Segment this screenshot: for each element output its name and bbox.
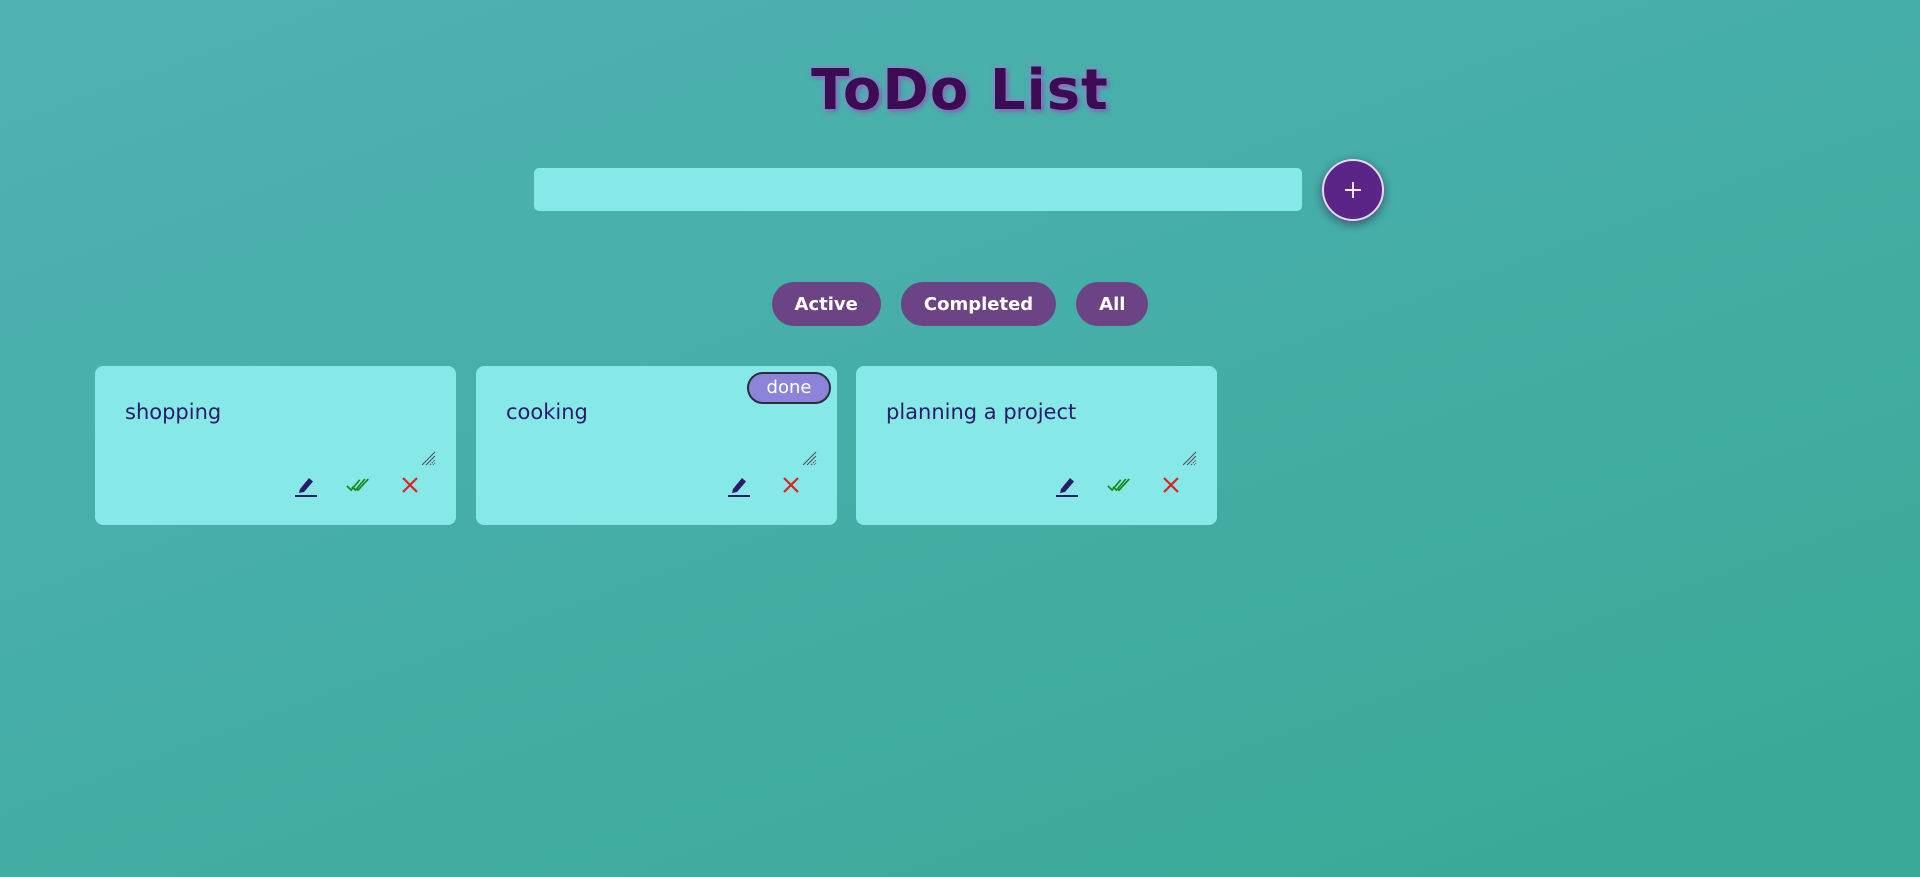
double-check-icon — [1107, 478, 1130, 492]
task-card: cooking done — [476, 366, 837, 525]
page-title: ToDo List — [811, 58, 1109, 123]
pencil-icon — [1056, 478, 1078, 497]
edit-button[interactable] — [1055, 472, 1079, 498]
task-actions — [294, 472, 422, 498]
resize-handle-icon[interactable] — [420, 450, 436, 466]
task-text: cooking — [506, 400, 588, 424]
edit-button[interactable] — [727, 472, 751, 498]
done-badge: done — [747, 372, 831, 404]
task-input[interactable] — [534, 168, 1302, 211]
filter-bar: Active Completed All — [0, 282, 1920, 326]
plus-icon — [1345, 182, 1361, 198]
close-icon — [1163, 477, 1179, 493]
delete-button[interactable] — [1159, 472, 1183, 498]
task-card: planning a project — [856, 366, 1217, 525]
task-actions — [727, 472, 803, 498]
filter-active-button[interactable]: Active — [771, 282, 881, 326]
task-text: planning a project — [886, 400, 1077, 424]
filter-all-button[interactable]: All — [1076, 282, 1149, 326]
delete-button[interactable] — [779, 472, 803, 498]
double-check-icon — [346, 478, 369, 492]
complete-button[interactable] — [1107, 472, 1131, 498]
task-actions — [1055, 472, 1183, 498]
task-text: shopping — [125, 400, 222, 424]
resize-handle-icon[interactable] — [1181, 450, 1197, 466]
task-card: shopping — [95, 366, 456, 525]
delete-button[interactable] — [398, 472, 422, 498]
close-icon — [402, 477, 418, 493]
add-task-button[interactable] — [1322, 159, 1384, 221]
resize-handle-icon[interactable] — [801, 450, 817, 466]
pencil-icon — [728, 478, 750, 497]
complete-button[interactable] — [346, 472, 370, 498]
filter-completed-button[interactable]: Completed — [900, 282, 1057, 326]
close-icon — [783, 477, 799, 493]
pencil-icon — [295, 478, 317, 497]
edit-button[interactable] — [294, 472, 318, 498]
